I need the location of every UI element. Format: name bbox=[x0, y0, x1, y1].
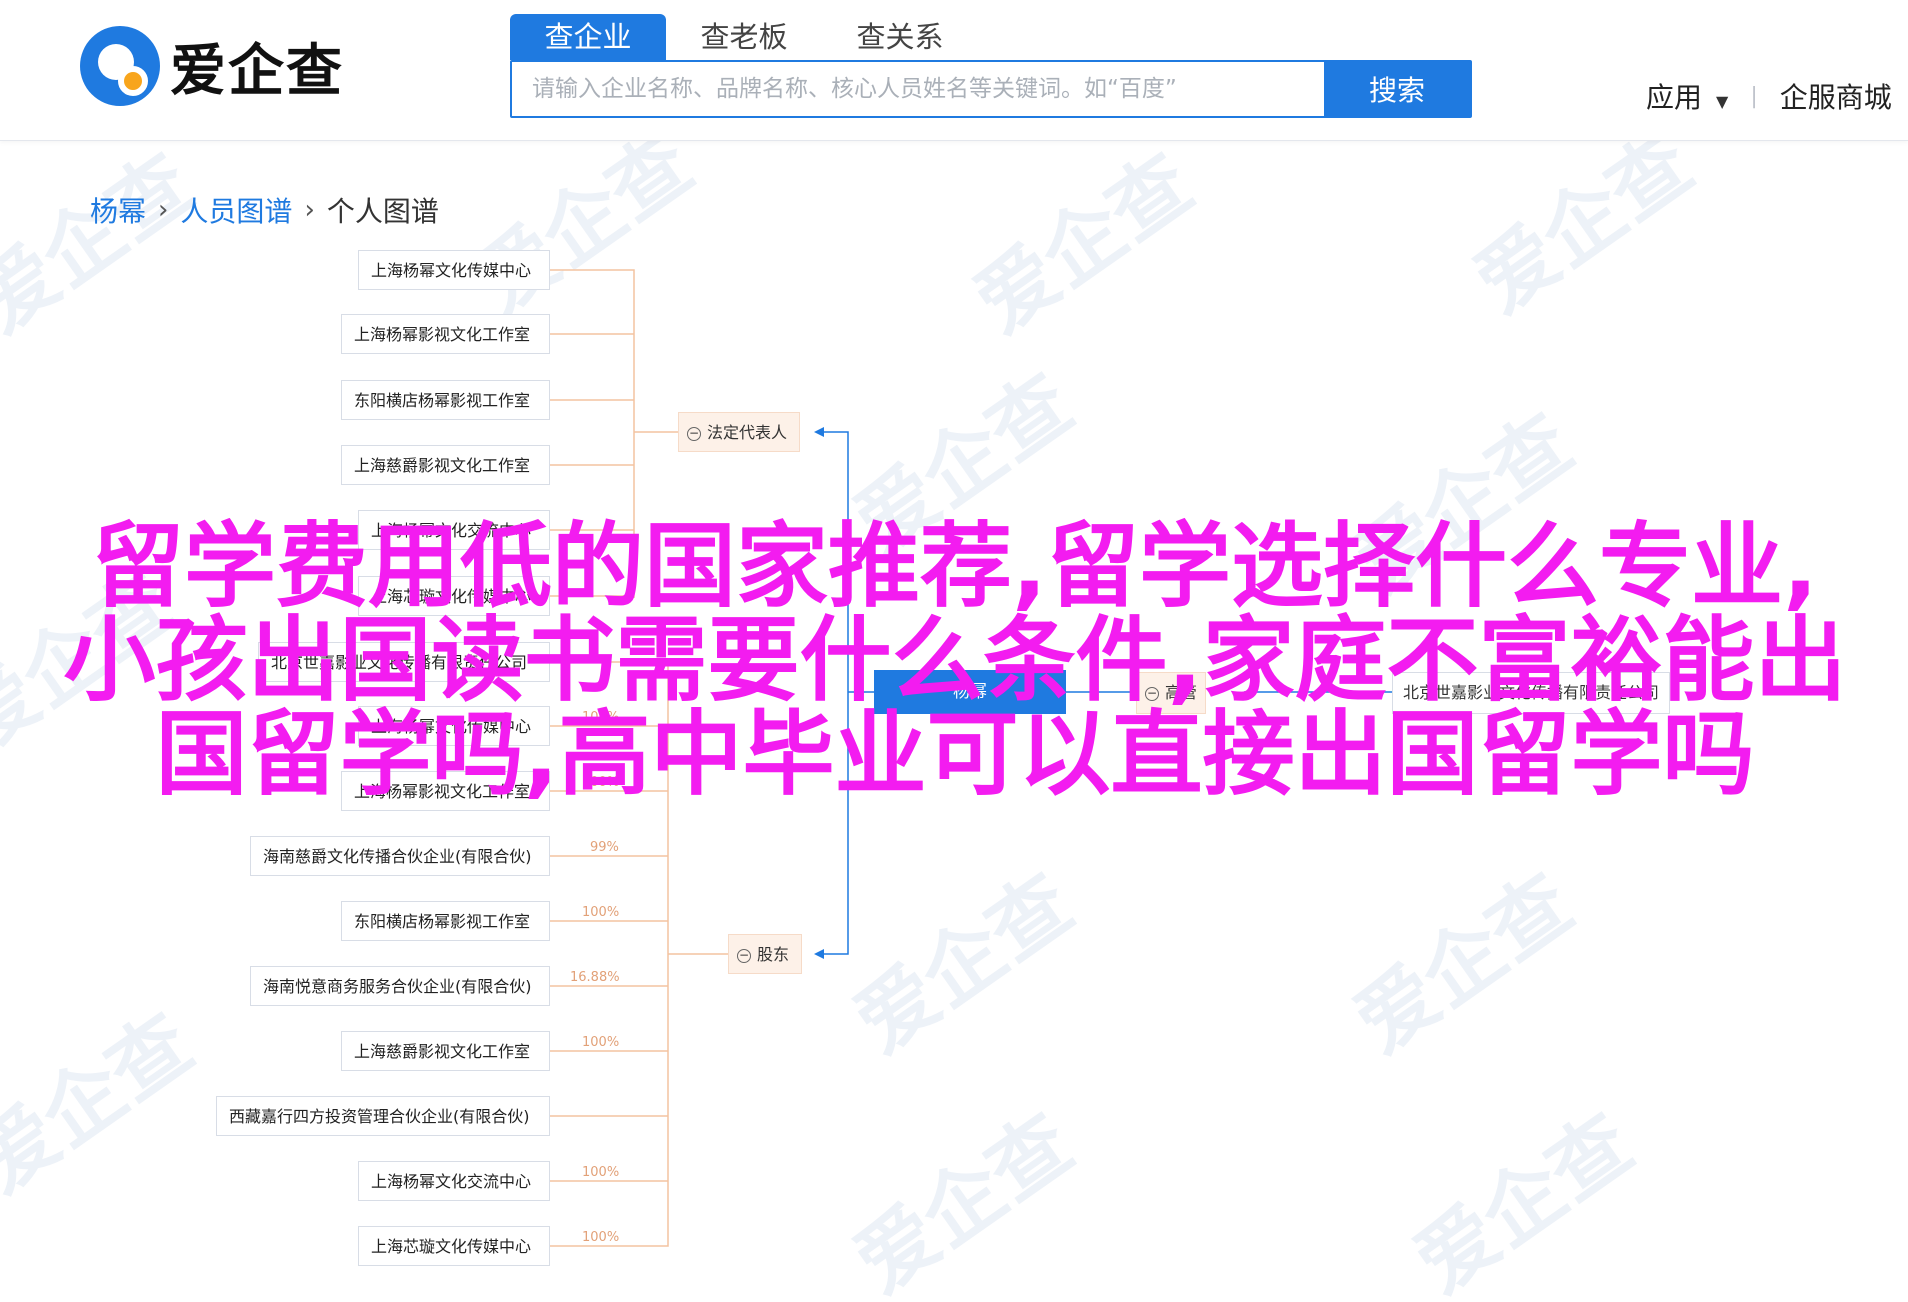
share-percent: 16.88% bbox=[570, 970, 620, 985]
overlay-title-line: 留学费用低的国家推荐,留学选择什么专业, bbox=[92, 513, 1818, 620]
arrow-left-icon bbox=[814, 949, 824, 959]
graph-node[interactable]: 上海杨幂文化交流中心 bbox=[358, 1161, 550, 1201]
group-legal-representative[interactable]: − 法定代表人 bbox=[678, 412, 801, 452]
group-label: 股东 bbox=[757, 945, 790, 964]
collapse-icon[interactable]: − bbox=[687, 426, 701, 441]
overlay-title-line: 国留学吗,高中毕业可以直接出国留学吗 bbox=[155, 701, 1755, 808]
share-percent: 100% bbox=[582, 1165, 620, 1180]
group-shareholder[interactable]: − 股东 bbox=[728, 934, 803, 974]
overlay-title: 留学费用低的国家推荐,留学选择什么专业, 小孩出国读书需要什么条件,家庭不富裕能… bbox=[30, 520, 1880, 802]
share-percent: 100% bbox=[582, 905, 620, 920]
graph-node[interactable]: 海南慈爵文化传播合伙企业(有限合伙) bbox=[250, 836, 550, 876]
share-percent: 100% bbox=[582, 1230, 620, 1245]
graph-node[interactable]: 东阳横店杨幂影视工作室 bbox=[341, 901, 550, 941]
share-percent: 100% bbox=[582, 1035, 620, 1050]
collapse-icon[interactable]: − bbox=[737, 948, 751, 963]
share-percent: 99% bbox=[590, 840, 619, 855]
arrow-left-icon bbox=[814, 427, 824, 437]
graph-node[interactable]: 上海杨幂影视文化工作室 bbox=[341, 314, 550, 354]
graph-node[interactable]: 海南悦意商务服务合伙企业(有限合伙) bbox=[250, 966, 550, 1006]
group-label: 法定代表人 bbox=[707, 423, 788, 442]
graph-node[interactable]: 上海慈爵影视文化工作室 bbox=[341, 1031, 550, 1071]
graph-node[interactable]: 东阳横店杨幂影视工作室 bbox=[341, 380, 550, 420]
graph-node[interactable]: 上海慈爵影视文化工作室 bbox=[341, 445, 550, 485]
overlay-title-line: 小孩出国读书需要什么条件,家庭不富裕能出 bbox=[63, 607, 1847, 714]
graph-node[interactable]: 西藏嘉行四方投资管理合伙企业(有限合伙) bbox=[216, 1096, 550, 1136]
graph-node[interactable]: 上海杨幂文化传媒中心 bbox=[358, 250, 550, 290]
graph-node[interactable]: 上海芯璇文化传媒中心 bbox=[358, 1226, 550, 1266]
